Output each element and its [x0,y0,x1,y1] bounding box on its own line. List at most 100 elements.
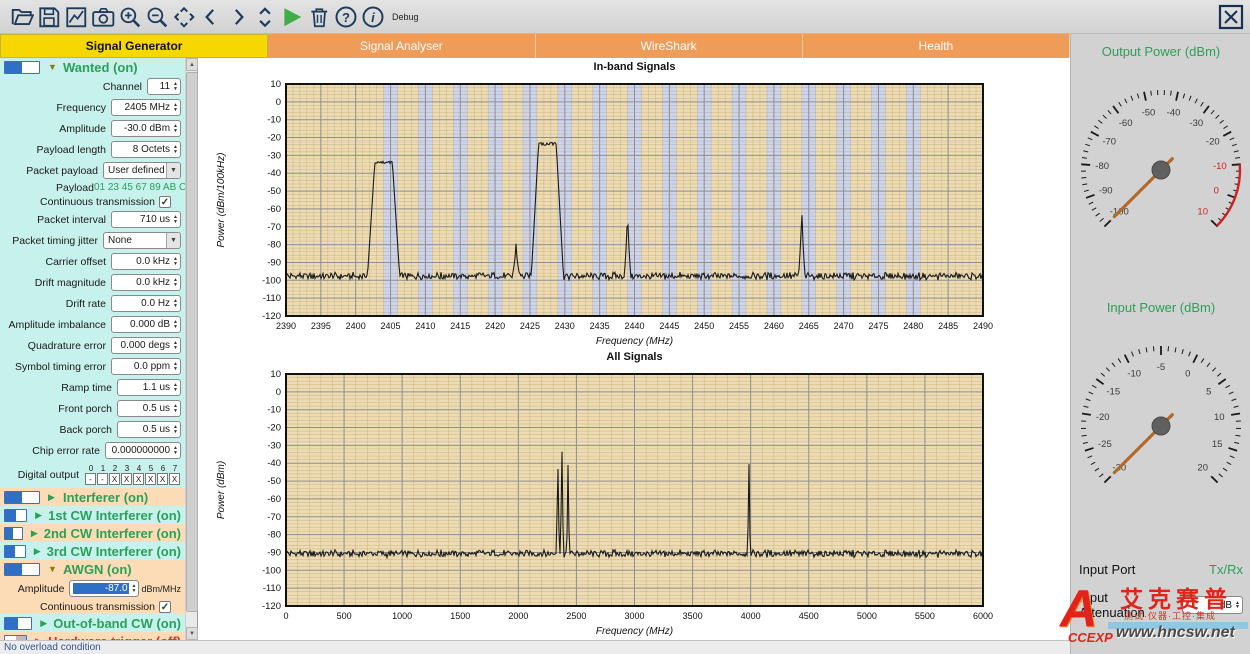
spinner-arrows-icon[interactable]: ▲▼ [173,383,178,392]
clear-icon[interactable] [305,3,332,30]
digital-bit-box[interactable]: X [157,473,168,485]
field-chip-error-rate: Chip error rate0.000000000▲▼ [0,440,185,461]
scroll-down-icon[interactable]: ▼ [186,627,198,640]
expand-icon[interactable]: ▶ [35,510,42,521]
spin-input[interactable]: 0.000 degs▲▼ [111,337,181,354]
step-back-icon[interactable] [197,3,224,30]
spin-input[interactable]: 8 Octets▲▼ [111,141,181,158]
spinner-arrows-icon[interactable]: ▲▼ [173,341,178,350]
close-button[interactable] [1218,4,1244,30]
spinner-arrows-icon[interactable]: ▲▼ [173,404,178,413]
spinner-arrows-icon[interactable]: ▲▼ [173,362,178,371]
digital-bit-box[interactable]: - [97,473,108,485]
spin-input[interactable]: 0.000000000▲▼ [105,442,181,459]
toggle-switch[interactable] [4,527,23,540]
section-title[interactable]: AWGN (on) [63,562,132,577]
tab-wireshark[interactable]: WireShark [536,34,803,58]
digital-bit-box[interactable]: X [145,473,156,485]
spinner-arrows-icon[interactable]: ▲▼ [173,425,178,434]
checkbox[interactable]: ✓ [159,601,171,613]
zoom-out-icon[interactable] [143,3,170,30]
spinner-arrows-icon[interactable]: ▲▼ [173,446,178,455]
input-port-value[interactable]: Tx/Rx [1135,562,1243,577]
expand-icon[interactable]: ▶ [34,546,41,557]
digital-bit-box[interactable]: X [109,473,120,485]
dropdown-select[interactable]: User defined▼ [103,162,181,179]
svg-text:-110: -110 [263,293,281,304]
section-title[interactable]: 1st CW Interferer (on) [48,508,181,523]
spin-input[interactable]: 0.0 Hz▲▼ [111,295,181,312]
spin-input[interactable]: 1.1 us▲▼ [117,379,181,396]
checkbox[interactable]: ✓ [159,196,171,208]
toggle-switch[interactable] [4,61,40,74]
spinner-arrows-icon[interactable]: ▲▼ [173,215,178,224]
digital-bit-box[interactable]: X [121,473,132,485]
zoom-in-icon[interactable] [116,3,143,30]
spin-input[interactable]: 710 us▲▼ [111,211,181,228]
scroll-up-icon[interactable]: ▲ [186,58,198,71]
section-title[interactable]: Out-of-band CW (on) [53,616,181,631]
section-title[interactable]: 2nd CW Interferer (on) [44,526,181,541]
section-title[interactable]: Interferer (on) [63,490,148,505]
digital-bit-box[interactable]: - [85,473,96,485]
sidebar-scrollbar[interactable]: ▲ ▼ [185,58,197,640]
spinner-arrows-icon[interactable]: ▲▼ [173,257,178,266]
section-title[interactable]: 3rd CW Interferer (on) [47,544,181,559]
field-label: Amplitude imbalance [4,319,111,331]
spinner-arrows-icon[interactable]: ▲▼ [173,124,178,133]
spin-input[interactable]: 0.5 us▲▼ [117,421,181,438]
input-attenuation-stepper[interactable]: dB ▲▼ [1182,596,1243,614]
screenshot-icon[interactable] [89,3,116,30]
dropdown-select[interactable]: None▼ [103,232,181,249]
digital-bit-box[interactable]: X [133,473,144,485]
spin-input[interactable]: 0.0 kHz▲▼ [111,253,181,270]
spinner-arrows-icon[interactable]: ▲▼ [173,145,178,154]
tab-signal-analyser[interactable]: Signal Analyser [268,34,535,58]
info-icon[interactable]: i [359,3,386,30]
digital-bit-box[interactable]: X [169,473,180,485]
scrollbar-thumb[interactable] [186,72,198,612]
help-icon[interactable]: ? [332,3,359,30]
spin-input[interactable]: -87.0▲▼ [69,580,139,597]
spinner-arrows-icon[interactable]: ▲▼ [1235,601,1240,610]
toggle-switch[interactable] [4,509,27,522]
expand-icon[interactable]: ▶ [31,528,38,539]
expand-icon[interactable]: ▶ [40,618,47,629]
spin-input[interactable]: 0.0 ppm▲▼ [111,358,181,375]
spin-input[interactable]: 0.000 dB▲▼ [111,316,181,333]
output-power-title: Output Power (dBm) [1071,44,1250,59]
svg-text:2425: 2425 [520,321,540,331]
toggle-switch[interactable] [4,491,40,504]
spinner-arrows-icon[interactable]: ▲▼ [173,278,178,287]
expand-icon[interactable]: ▶ [48,492,57,503]
chart-icon[interactable] [62,3,89,30]
save-icon[interactable] [35,3,62,30]
collapse-icon[interactable]: ▼ [48,564,57,574]
collapse-icon[interactable]: ▼ [48,62,57,72]
spinner-arrows-icon[interactable]: ▲▼ [132,584,137,593]
chevron-down-icon[interactable]: ▼ [166,163,180,178]
spinner-arrows-icon[interactable]: ▲▼ [173,103,178,112]
spinner-arrows-icon[interactable]: ▲▼ [173,82,178,91]
open-icon[interactable] [8,3,35,30]
section-title[interactable]: Wanted (on) [63,60,138,75]
scroll-updown-icon[interactable] [251,3,278,30]
step-forward-icon[interactable] [224,3,251,30]
spin-input[interactable]: 2405 MHz▲▼ [111,99,181,116]
tab-health[interactable]: Health [803,34,1070,58]
toggle-switch[interactable] [4,617,32,630]
spin-input[interactable]: 11▲▼ [147,78,181,95]
pan-icon[interactable] [170,3,197,30]
spin-input[interactable]: -30.0 dBm▲▼ [111,120,181,137]
field-value: 0.5 us [121,424,170,435]
spinner-arrows-icon[interactable]: ▲▼ [173,320,178,329]
spinner-arrows-icon[interactable]: ▲▼ [173,299,178,308]
run-icon[interactable] [278,3,305,30]
field-label: Packet payload [4,165,103,177]
spin-input[interactable]: 0.5 us▲▼ [117,400,181,417]
toggle-switch[interactable] [4,563,40,576]
spin-input[interactable]: 0.0 kHz▲▼ [111,274,181,291]
toggle-switch[interactable] [4,545,26,558]
tab-signal-generator[interactable]: Signal Generator [0,34,268,58]
chevron-down-icon[interactable]: ▼ [166,233,180,248]
